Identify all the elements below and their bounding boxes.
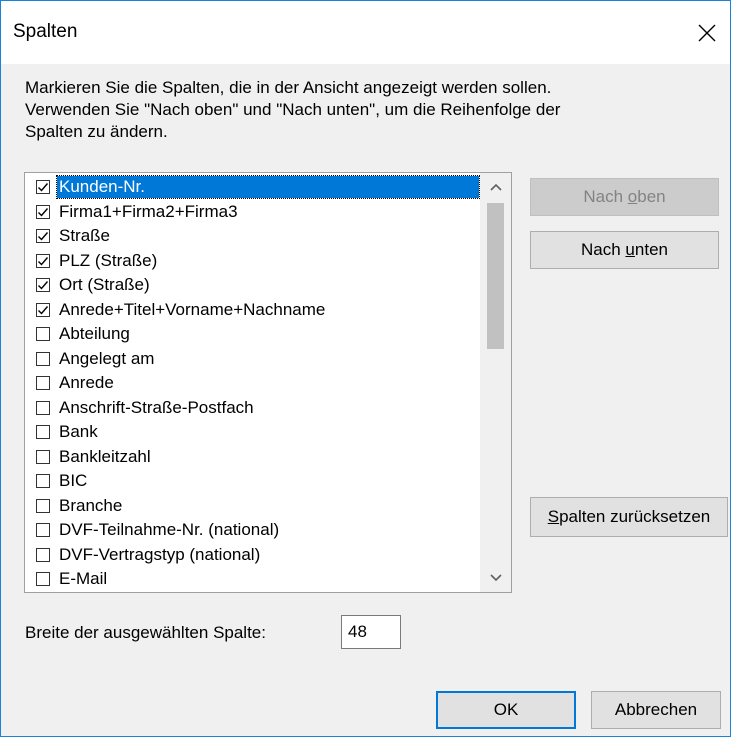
checkmark-icon: [38, 232, 49, 241]
column-list-item[interactable]: Anschrift-Straße-Postfach: [25, 396, 479, 421]
title-bar: Spalten: [1, 1, 730, 64]
column-item-label: Angelegt am: [59, 348, 155, 368]
column-checkbox[interactable]: [36, 449, 50, 464]
column-checkbox[interactable]: [36, 327, 50, 342]
move-up-button[interactable]: Nach oben: [530, 178, 719, 216]
column-checkbox[interactable]: [36, 278, 50, 293]
column-width-label: Breite der ausgewählten Spalte:: [25, 623, 266, 642]
ok-button[interactable]: OK: [436, 691, 576, 729]
column-item-label: Anschrift-Straße-Postfach: [59, 397, 254, 417]
column-list-item[interactable]: Bankleitzahl: [25, 445, 479, 470]
column-list-item[interactable]: Straße: [25, 224, 479, 249]
column-checkbox[interactable]: [36, 204, 50, 219]
column-item-label: Branche: [59, 495, 123, 515]
cancel-button[interactable]: Abbrechen: [591, 691, 721, 729]
column-item-label: Ort (Straße): [59, 275, 150, 295]
checkmark-icon: [38, 281, 49, 290]
column-checkbox[interactable]: [36, 351, 50, 366]
column-checkbox[interactable]: [36, 253, 50, 268]
columns-listbox[interactable]: Kunden-Nr. Firma1+Firma2+Firma3 Straße PLZ …: [24, 172, 512, 593]
column-item-label: DVF-Teilnahme-Nr. (national): [59, 520, 280, 540]
checkmark-icon: [38, 305, 49, 315]
column-checkbox[interactable]: [36, 400, 50, 415]
column-checkbox[interactable]: [36, 229, 50, 244]
column-list-item[interactable]: Ort (Straße): [25, 273, 479, 298]
reset-columns-label: Spalten zurücksetzen: [547, 507, 711, 526]
close-icon: [698, 24, 716, 41]
close-button[interactable]: [684, 1, 730, 64]
scrollbar-thumb[interactable]: [487, 203, 504, 349]
column-checkbox[interactable]: [36, 547, 50, 562]
checkmark-icon: [38, 256, 49, 266]
dialog-title: Spalten: [13, 21, 78, 42]
column-item-label: Bank: [59, 422, 98, 442]
instructions-line: Spalten zu ändern.: [25, 122, 168, 141]
column-list-item[interactable]: Anrede+Titel+Vorname+Nachname: [25, 298, 479, 323]
scroll-down-button[interactable]: [480, 564, 511, 592]
column-item-label: Abteilung: [59, 324, 130, 344]
column-item-label: PLZ (Straße): [59, 250, 158, 270]
column-list-item[interactable]: Angelegt am: [25, 347, 479, 372]
columns-list: Kunden-Nr. Firma1+Firma2+Firma3 Straße PLZ …: [25, 175, 480, 592]
instructions-text: Markieren Sie die Spalten, die in der An…: [25, 77, 705, 143]
column-list-item[interactable]: Bank: [25, 420, 479, 445]
column-item-label: E-Mail: [59, 569, 108, 589]
column-item-label: Bankleitzahl: [59, 446, 151, 466]
chevron-down-icon: [489, 574, 502, 582]
column-checkbox[interactable]: [36, 376, 50, 391]
column-list-item[interactable]: PLZ (Straße): [25, 249, 479, 274]
column-checkbox[interactable]: [36, 425, 50, 440]
column-list-item[interactable]: BIC: [25, 469, 479, 494]
column-list-item[interactable]: Firma1+Firma2+Firma3: [25, 200, 479, 225]
move-down-label: Nach unten: [581, 240, 668, 259]
column-checkbox[interactable]: [36, 523, 50, 538]
column-item-label: BIC: [59, 471, 88, 491]
column-list-item[interactable]: Branche: [25, 494, 479, 519]
chevron-up-icon: [489, 183, 502, 191]
column-item-label: DVF-Vertragstyp (national): [59, 544, 261, 564]
reset-columns-button[interactable]: Spalten zurücksetzen: [530, 497, 728, 537]
move-up-label: Nach oben: [583, 187, 666, 206]
column-list-item[interactable]: DVF-Vertragstyp (national): [25, 543, 479, 568]
vertical-scrollbar[interactable]: [480, 173, 511, 592]
column-checkbox[interactable]: [36, 474, 50, 489]
scroll-up-button[interactable]: [480, 173, 511, 201]
column-item-label: Kunden-Nr.: [56, 175, 480, 200]
column-checkbox[interactable]: [36, 180, 50, 195]
column-checkbox[interactable]: [36, 572, 50, 587]
column-item-label: Anrede: [59, 373, 114, 393]
column-list-item[interactable]: DVF-Teilnahme-Nr. (national): [25, 518, 479, 543]
column-list-item[interactable]: Kunden-Nr.: [25, 175, 480, 200]
column-item-label: Straße: [59, 226, 111, 246]
move-down-button[interactable]: Nach unten: [530, 231, 719, 269]
checkmark-icon: [38, 207, 49, 217]
checkmark-icon: [38, 183, 49, 192]
instructions-line: Verwenden Sie "Nach oben" und "Nach unte…: [25, 100, 561, 119]
column-list-item[interactable]: Anrede: [25, 371, 479, 396]
column-checkbox[interactable]: [36, 498, 50, 513]
column-list-item[interactable]: E-Mail: [25, 567, 479, 592]
instructions-line: Markieren Sie die Spalten, die in der An…: [25, 78, 552, 97]
column-item-label: Firma1+Firma2+Firma3: [59, 201, 238, 221]
dialog-window: Spalten Markieren Sie die Spalten, die i…: [0, 0, 731, 737]
column-width-input[interactable]: [341, 615, 401, 649]
column-checkbox[interactable]: [36, 302, 50, 317]
column-list-item[interactable]: Abteilung: [25, 322, 479, 347]
column-item-label: Anrede+Titel+Vorname+Nachname: [59, 299, 326, 319]
